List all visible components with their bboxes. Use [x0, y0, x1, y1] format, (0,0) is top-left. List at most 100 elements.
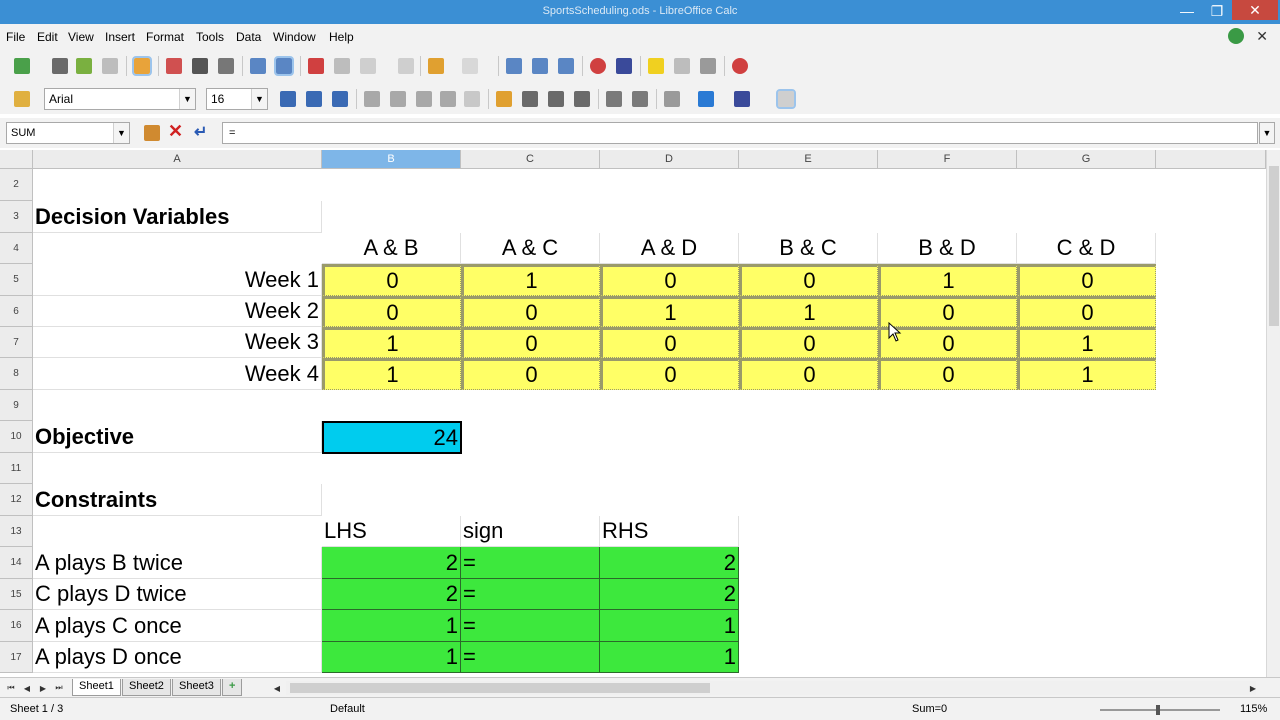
- row-header[interactable]: 3: [0, 201, 33, 233]
- next-sheet-icon[interactable]: ▶: [36, 681, 50, 695]
- constraint-label[interactable]: A plays C once: [33, 610, 322, 642]
- underline-icon[interactable]: [332, 91, 348, 107]
- font-color-icon[interactable]: [734, 91, 750, 107]
- chevron-down-icon[interactable]: ▼: [113, 123, 129, 143]
- menu-file[interactable]: File: [6, 30, 25, 44]
- decision-cell[interactable]: 1: [322, 327, 461, 358]
- objective-value-cell[interactable]: 24: [322, 421, 462, 454]
- add-decimal-icon[interactable]: [574, 91, 590, 107]
- row-header[interactable]: 15: [0, 579, 33, 610]
- decision-cell[interactable]: 0: [1017, 264, 1156, 296]
- sign-header[interactable]: sign: [461, 516, 600, 547]
- decision-variables-title[interactable]: Decision Variables: [33, 201, 322, 233]
- open-icon[interactable]: [52, 58, 68, 74]
- previous-sheet-icon[interactable]: ◀: [20, 681, 34, 695]
- chevron-down-icon[interactable]: ▼: [179, 89, 195, 109]
- constraint-label[interactable]: A plays B twice: [33, 547, 322, 579]
- row-header[interactable]: 7: [0, 327, 33, 358]
- rhs-cell[interactable]: 2: [600, 547, 739, 579]
- align-center-icon[interactable]: [390, 91, 406, 107]
- print-icon[interactable]: [192, 58, 208, 74]
- menu-edit[interactable]: Edit: [37, 30, 58, 44]
- lhs-cell[interactable]: 2: [322, 547, 461, 579]
- justify-icon[interactable]: [440, 91, 456, 107]
- sign-cell[interactable]: =: [461, 642, 600, 673]
- sort-ascending-icon[interactable]: [532, 58, 548, 74]
- cut-icon[interactable]: [308, 58, 324, 74]
- spellcheck-icon[interactable]: [250, 58, 266, 74]
- currency-format-icon[interactable]: [496, 91, 512, 107]
- number-format-icon[interactable]: [548, 91, 564, 107]
- constraints-title[interactable]: Constraints: [33, 484, 322, 516]
- column-header-e[interactable]: E: [739, 150, 878, 169]
- objective-label[interactable]: Objective: [33, 421, 322, 453]
- help-icon[interactable]: [732, 58, 748, 74]
- decision-cell[interactable]: 0: [600, 327, 739, 358]
- decision-cell[interactable]: 1: [1017, 358, 1156, 390]
- lhs-cell[interactable]: 1: [322, 610, 461, 642]
- sheet-tab-3[interactable]: Sheet3: [172, 679, 221, 696]
- constraint-label[interactable]: A plays D once: [33, 642, 322, 673]
- edit-mode-icon[interactable]: [132, 56, 152, 76]
- align-left-icon[interactable]: [364, 91, 380, 107]
- column-header-next[interactable]: [1156, 150, 1266, 169]
- chevron-down-icon[interactable]: ▼: [251, 89, 267, 109]
- vertical-scroll-thumb[interactable]: [1269, 166, 1279, 326]
- new-document-icon[interactable]: [14, 58, 30, 74]
- sign-cell[interactable]: =: [461, 547, 600, 579]
- export-pdf-icon[interactable]: [166, 58, 182, 74]
- row-header[interactable]: 13: [0, 516, 33, 547]
- decision-cell[interactable]: 1: [878, 264, 1017, 296]
- matchup-header[interactable]: C & D: [1017, 233, 1156, 264]
- sign-cell[interactable]: =: [461, 610, 600, 642]
- data-sources-icon[interactable]: [700, 58, 716, 74]
- row-header[interactable]: 4: [0, 233, 33, 264]
- row-header[interactable]: 11: [0, 453, 33, 484]
- row-header[interactable]: 10: [0, 421, 33, 453]
- decision-cell[interactable]: 1: [600, 296, 739, 327]
- update-icon[interactable]: [1228, 28, 1244, 44]
- formula-input[interactable]: =: [222, 122, 1258, 144]
- sign-cell[interactable]: =: [461, 579, 600, 610]
- chevron-left-icon[interactable]: ◀: [270, 681, 284, 695]
- sheet-tab-1[interactable]: Sheet1: [72, 679, 121, 696]
- week-label[interactable]: Week 3: [33, 327, 322, 358]
- page-style[interactable]: Default: [330, 703, 365, 715]
- lhs-header[interactable]: LHS: [322, 516, 461, 547]
- matchup-header[interactable]: B & D: [878, 233, 1017, 264]
- lhs-cell[interactable]: 1: [322, 642, 461, 673]
- decision-cell[interactable]: 0: [461, 358, 600, 390]
- hyperlink-icon[interactable]: [506, 58, 522, 74]
- zoom-slider-knob[interactable]: [1156, 705, 1160, 715]
- rhs-cell[interactable]: 1: [600, 642, 739, 673]
- select-all-corner[interactable]: [0, 150, 33, 169]
- column-header-a[interactable]: A: [33, 150, 322, 169]
- menu-data[interactable]: Data: [236, 30, 261, 44]
- menu-tools[interactable]: Tools: [196, 30, 224, 44]
- horizontal-scrollbar[interactable]: [286, 681, 1256, 695]
- decision-cell[interactable]: 0: [600, 358, 739, 390]
- row-header[interactable]: 12: [0, 484, 33, 516]
- horizontal-scroll-thumb[interactable]: [290, 683, 710, 693]
- selection-sum[interactable]: Sum=0: [912, 703, 947, 715]
- zoom-slider[interactable]: [1100, 705, 1220, 715]
- paste-icon[interactable]: [360, 58, 376, 74]
- menu-view[interactable]: View: [68, 30, 94, 44]
- rhs-cell[interactable]: 1: [600, 610, 739, 642]
- decision-cell[interactable]: 0: [739, 358, 878, 390]
- font-name-box[interactable]: Arial ▼: [44, 88, 196, 110]
- accept-icon[interactable]: ↵: [194, 122, 207, 142]
- percent-format-icon[interactable]: [522, 91, 538, 107]
- chevron-down-icon[interactable]: ▼: [1259, 122, 1275, 144]
- styles-icon[interactable]: [14, 91, 30, 107]
- italic-icon[interactable]: [306, 91, 322, 107]
- matchup-header[interactable]: A & B: [322, 233, 461, 264]
- first-sheet-icon[interactable]: ⏮: [4, 681, 18, 695]
- increase-indent-icon[interactable]: [632, 91, 648, 107]
- zoom-level[interactable]: 115%: [1240, 703, 1267, 715]
- matchup-header[interactable]: A & D: [600, 233, 739, 264]
- add-sheet-icon[interactable]: +: [222, 679, 243, 696]
- copy-icon[interactable]: [334, 58, 350, 74]
- menu-window[interactable]: Window: [273, 30, 316, 44]
- decision-cell[interactable]: 0: [1017, 296, 1156, 327]
